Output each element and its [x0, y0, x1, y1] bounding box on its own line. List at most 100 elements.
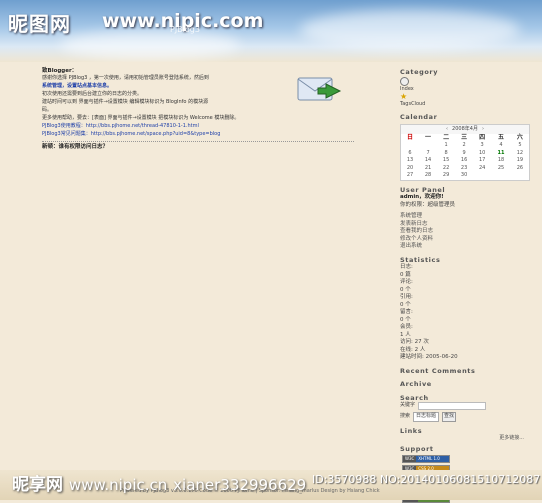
blog-subtitle: PJBlog3: [170, 25, 200, 34]
stat-online: 在线: 2 人: [400, 346, 426, 353]
calendar-day[interactable]: 2: [455, 142, 473, 150]
calendar-day[interactable]: 10: [473, 150, 491, 158]
calendar-day[interactable]: 12: [511, 150, 529, 158]
calendar-day[interactable]: 30: [455, 172, 473, 180]
calendar-day[interactable]: 1: [437, 142, 455, 150]
links-more[interactable]: 更多链接...: [400, 435, 524, 443]
calendar-grid: 日一二三四五六 1 2 3 4 5 6 7 8 9 10 11 12 13 14 15 16 17 18 19 20 2…: [401, 134, 529, 180]
calendar-day[interactable]: 16: [455, 157, 473, 165]
calendar-day[interactable]: 6: [401, 150, 419, 158]
calendar-day[interactable]: 4: [491, 142, 511, 150]
calendar-day[interactable]: 5: [511, 142, 529, 150]
watermark-bottom-user: xianer332996629: [173, 476, 307, 494]
watermark-bottom-logo: 昵享网: [12, 475, 63, 495]
calendar-day[interactable]: 29: [437, 172, 455, 180]
search-title: Search: [400, 393, 429, 402]
user-link-my-posts[interactable]: 查看我的日志: [400, 228, 530, 236]
calendar-day[interactable]: 25: [491, 165, 511, 173]
post-footer: 新顿：谁有权限访问日志？: [42, 144, 109, 150]
calendar-day[interactable]: 14: [419, 157, 437, 165]
user-link-admin[interactable]: 系统管理: [400, 213, 530, 221]
calendar-day[interactable]: 20: [401, 165, 419, 173]
category-label-tags[interactable]: TagsCloud: [400, 101, 530, 109]
calendar-weekday: 一: [425, 134, 432, 142]
calendar-next-icon[interactable]: ›: [482, 126, 484, 134]
calendar-day: [491, 172, 511, 180]
stat-value: 0 个: [400, 316, 411, 323]
post-line: 码。: [42, 107, 53, 113]
stat-value: 0 个: [400, 301, 411, 308]
badge-right: XHTML 1.0: [416, 456, 449, 462]
calendar-day[interactable]: 18: [491, 157, 511, 165]
calendar-title: Calendar: [400, 113, 438, 121]
category-title: Category: [400, 68, 439, 76]
search-input[interactable]: [418, 402, 487, 410]
user-link-profile[interactable]: 修改个人资料: [400, 236, 530, 244]
calendar-weekday: 四: [479, 134, 486, 142]
calendar-day[interactable]: 15: [437, 157, 455, 165]
calendar-day[interactable]: 8: [437, 150, 455, 158]
calendar-day[interactable]: 28: [419, 172, 437, 180]
calendar-day: [419, 142, 437, 150]
post-link-tutorial[interactable]: PJBlog3使用教程：http://bbs.pjhome.net/thread…: [42, 123, 354, 130]
calendar-day[interactable]: 7: [419, 150, 437, 158]
search-button[interactable]: 查找: [442, 412, 457, 422]
stat-label: 日志:: [400, 264, 413, 270]
calendar-day[interactable]: 22: [437, 165, 455, 173]
search-type-select[interactable]: 日志标题: [413, 412, 440, 422]
star-icon: ★: [400, 92, 408, 101]
calendar-weekday: 日: [407, 134, 414, 142]
stat-founded: 建站时间: 2005-06-20: [400, 354, 458, 360]
calendar-day[interactable]: 17: [473, 157, 491, 165]
calendar-day[interactable]: 3: [473, 142, 491, 150]
category-label-index[interactable]: Index: [400, 86, 530, 94]
calendar-day[interactable]: 9: [455, 150, 473, 158]
statistics-title: Statistics: [400, 255, 441, 264]
search-keyword-label: 关键字: [400, 402, 416, 409]
user-role: 你的权限：超级管理员: [400, 201, 456, 208]
sidebar: Category Index ★ TagsCloud Calendar ‹ 20…: [400, 66, 530, 503]
calendar-weekday: 六: [516, 134, 523, 142]
category-item-index[interactable]: [400, 76, 530, 86]
category-item-tags[interactable]: ★: [400, 93, 530, 101]
calendar-day[interactable]: 13: [401, 157, 419, 165]
calendar-day[interactable]: 23: [455, 165, 473, 173]
watermark-id: ID:3570988 NO:20140106081510712087: [312, 473, 541, 486]
calendar-month: 2008年4月: [452, 125, 478, 132]
calendar-day[interactable]: 26: [511, 165, 529, 173]
stat-label: 引用:: [400, 294, 413, 300]
calendar-weekday: 二: [443, 134, 450, 142]
stat-label: 会员:: [400, 324, 413, 330]
support-badge[interactable]: W3C XHTML 1.0: [402, 455, 450, 463]
stat-value: 0 个: [400, 286, 411, 293]
calendar-prev-icon[interactable]: ‹: [446, 126, 448, 134]
stat-value: 0 篇: [400, 271, 411, 278]
calendar: ‹ 2008年4月 › 日一二三四五六 1 2 3 4 5 6 7 8 9 10 11 12 13 14 1…: [400, 123, 530, 181]
stat-label: 留言:: [400, 309, 413, 315]
archive-title: Archive: [400, 380, 432, 388]
home-icon: [400, 76, 409, 86]
calendar-day[interactable]: 19: [511, 157, 529, 165]
badge-left: W3C: [403, 456, 417, 462]
calendar-day: [473, 172, 491, 180]
main-content: 致Blogger： 感谢你选择 PJBlog3 ，第一次使用，请用初始管理员账号…: [42, 68, 354, 151]
post-link-faq[interactable]: PJBlog3常见问题集：http://bbs.pjhome.net/space…: [42, 131, 354, 138]
support-title: Support: [400, 444, 434, 453]
calendar-day[interactable]: 21: [419, 165, 437, 173]
envelope-icon: [297, 77, 342, 101]
calendar-day: [401, 142, 419, 150]
calendar-day[interactable]: 11: [491, 150, 511, 158]
user-link-logout[interactable]: 退出系统: [400, 243, 530, 251]
stat-value: 1 人: [400, 331, 411, 338]
user-welcome: admin，欢迎你!: [400, 194, 444, 200]
blog-header: 昵图网 www.nipic.com PJBlog3: [0, 0, 542, 62]
watermark-bottom: 昵享网 www.nipic.cn xianer332996629: [12, 470, 306, 495]
watermark-bottom-url: www.nipic.cn: [68, 476, 168, 494]
user-panel-title: User Panel: [400, 185, 446, 194]
stat-visits: 访问: 27 次: [400, 339, 429, 345]
calendar-day[interactable]: 27: [401, 172, 419, 180]
user-link-new-post[interactable]: 发表新日志: [400, 221, 530, 229]
calendar-weekday: 五: [498, 134, 505, 142]
calendar-day[interactable]: 24: [473, 165, 491, 173]
user-panel: admin，欢迎你! 你的权限：超级管理员 系统管理 发表新日志 查看我的日志 …: [400, 194, 530, 251]
